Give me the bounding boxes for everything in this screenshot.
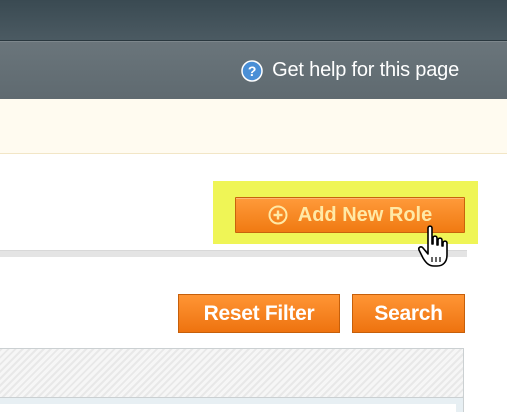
- help-link-label: Get help for this page: [272, 59, 459, 81]
- grid-header: [0, 348, 464, 398]
- hand-cursor-icon: [416, 224, 456, 272]
- reset-filter-button[interactable]: Reset Filter: [178, 294, 340, 333]
- page: ? Get help for this page Add New Role Re…: [0, 0, 507, 412]
- svg-text:?: ?: [248, 63, 256, 79]
- help-icon: ?: [241, 59, 263, 82]
- add-new-role-label: Add New Role: [297, 203, 433, 226]
- help-bar: ? Get help for this page: [0, 41, 507, 100]
- grid-row-body: [0, 404, 456, 412]
- search-button[interactable]: Search: [352, 294, 465, 333]
- section-divider: [0, 250, 467, 257]
- reset-filter-label: Reset Filter: [203, 301, 315, 325]
- plus-circle-icon: [268, 205, 288, 225]
- notice-bar: [0, 99, 507, 154]
- help-link[interactable]: ? Get help for this page: [241, 59, 459, 82]
- search-label: Search: [374, 301, 443, 325]
- right-gutter: [466, 348, 507, 412]
- top-header: [0, 0, 507, 41]
